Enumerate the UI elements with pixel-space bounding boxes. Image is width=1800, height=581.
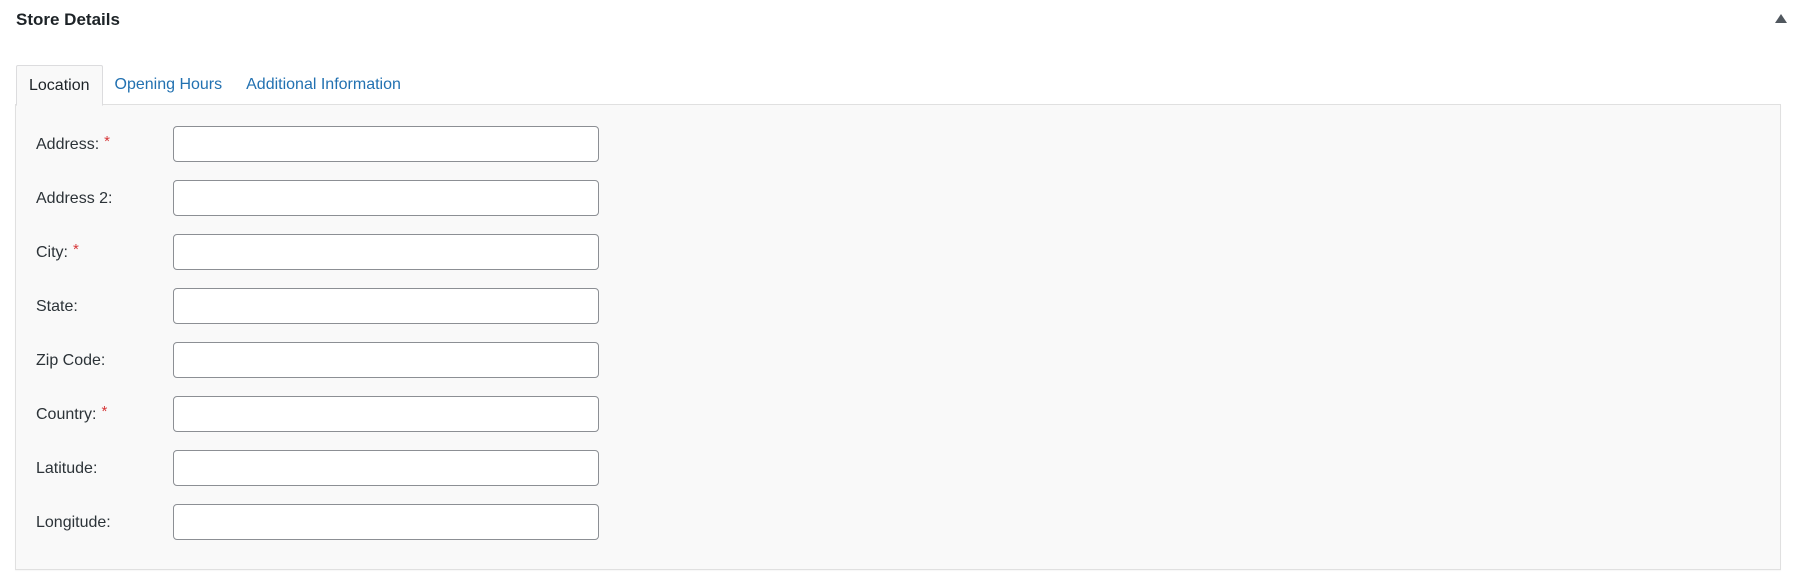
metabox-title: Store Details <box>16 10 120 29</box>
tab-additional-information[interactable]: Additional Information <box>234 65 413 104</box>
address-2-input[interactable] <box>173 180 599 216</box>
city-input[interactable] <box>173 234 599 270</box>
zip-code-label-text: Zip Code: <box>36 352 106 369</box>
required-marker: * <box>104 133 110 150</box>
tab-location[interactable]: Location <box>16 65 103 106</box>
longitude-label-text: Longitude: <box>36 514 111 531</box>
city-label: City: * <box>36 233 79 273</box>
country-label: Country: * <box>36 395 107 435</box>
address-label-text: Address: <box>36 136 100 153</box>
tab-bar: Location Opening Hours Additional Inform… <box>16 65 413 106</box>
latitude-input[interactable] <box>173 450 599 486</box>
city-label-text: City: <box>36 244 68 261</box>
zip-code-label: Zip Code: <box>36 341 105 381</box>
required-marker: * <box>101 403 108 420</box>
zip-code-input[interactable] <box>173 342 599 378</box>
latitude-label-text: Latitude: <box>36 460 98 477</box>
state-input[interactable] <box>173 288 599 324</box>
country-label-text: Country: <box>36 406 97 423</box>
longitude-label: Longitude: <box>36 503 111 543</box>
address-label: Address: * <box>36 125 110 165</box>
location-panel: Address: * Address 2: City: * State: Zip C… <box>15 104 1781 570</box>
collapse-toggle-icon[interactable] <box>1775 14 1787 23</box>
longitude-input[interactable] <box>173 504 599 540</box>
state-label: State: <box>36 287 78 327</box>
latitude-label: Latitude: <box>36 449 97 489</box>
address-2-label: Address 2: <box>36 179 112 219</box>
required-marker: * <box>73 241 79 258</box>
address-2-label-text: Address 2: <box>36 190 113 207</box>
state-label-text: State: <box>36 298 78 315</box>
country-input[interactable] <box>173 396 599 432</box>
address-input[interactable] <box>173 126 599 162</box>
tab-opening-hours[interactable]: Opening Hours <box>103 65 235 104</box>
